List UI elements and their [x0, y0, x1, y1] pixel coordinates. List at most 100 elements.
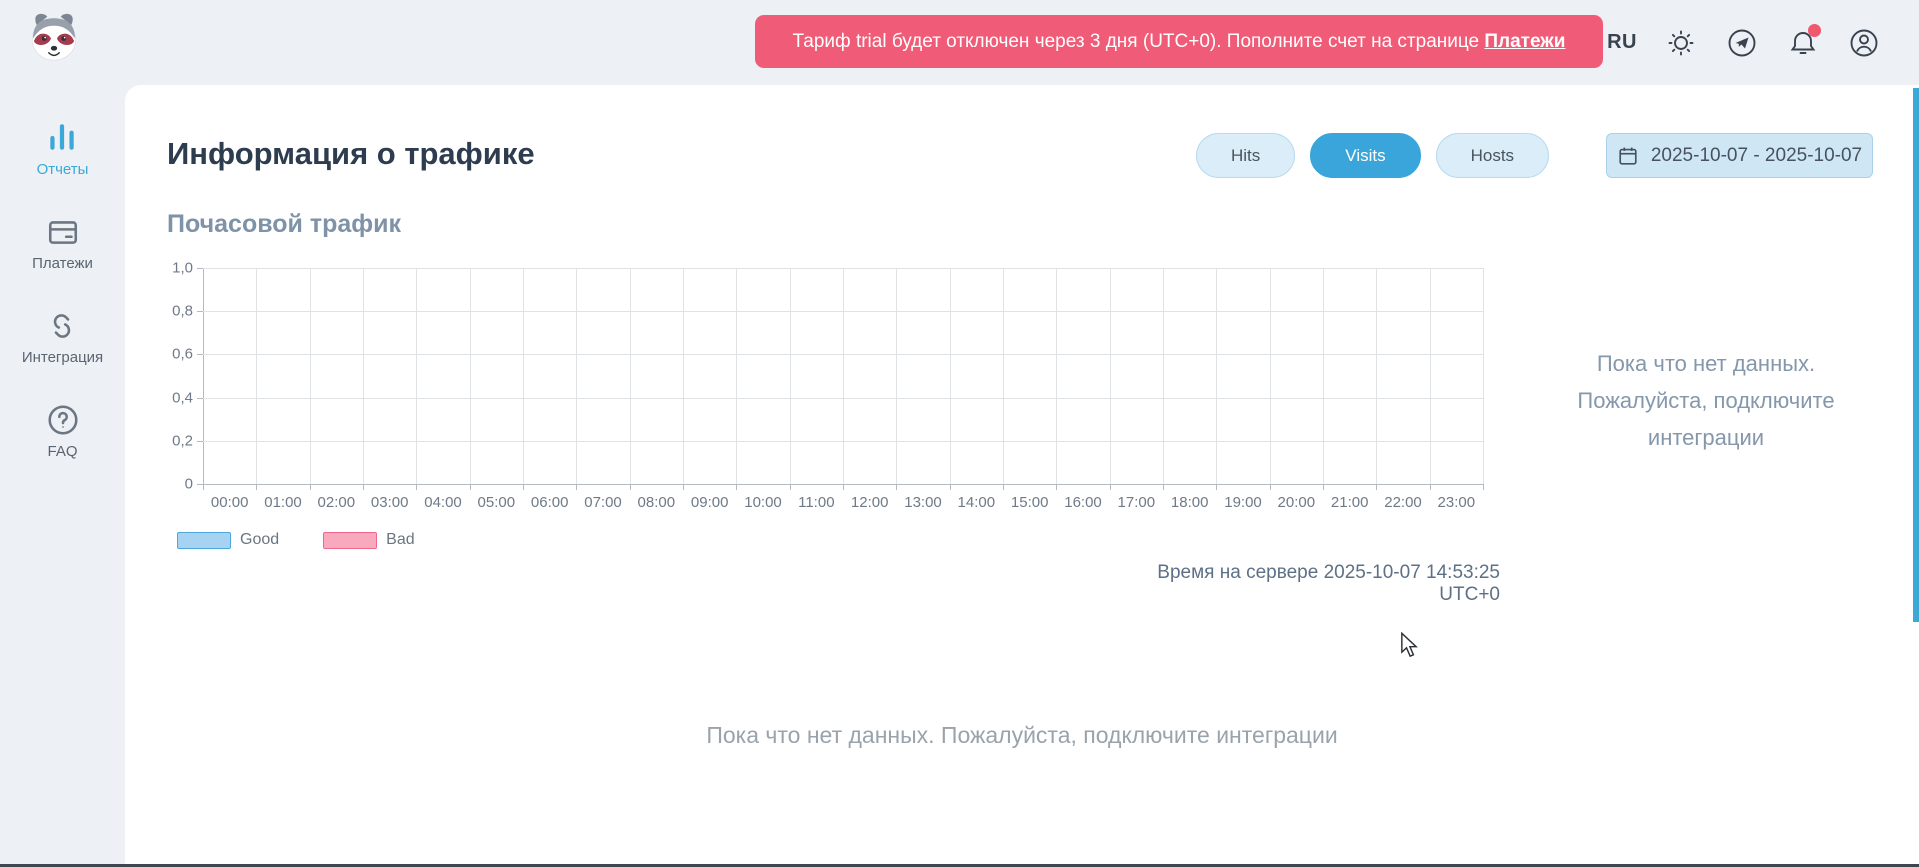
- legend-item-bad: Bad: [323, 531, 414, 549]
- x-axis-tick-label: 21:00: [1331, 494, 1369, 511]
- x-axis-tick-label: 16:00: [1064, 494, 1102, 511]
- language-switcher[interactable]: RU: [1607, 31, 1637, 54]
- date-range-value: 2025-10-07 - 2025-10-07: [1651, 145, 1862, 167]
- sidebar-item-faq[interactable]: FAQ: [46, 403, 80, 460]
- date-range-picker[interactable]: 2025-10-07 - 2025-10-07: [1606, 133, 1873, 178]
- x-axis-tick-label: 06:00: [531, 494, 569, 511]
- link-icon: [45, 309, 79, 343]
- vertical-grid-line: [736, 268, 737, 484]
- sidebar-nav: Отчеты Платежи Интеграция FAQ: [0, 85, 125, 867]
- server-time-text: Время на сервере 2025-10-07 14:53:25 UTC…: [1100, 562, 1500, 606]
- x-axis-tick-label: 19:00: [1224, 494, 1262, 511]
- vertical-grid-line: [523, 268, 524, 484]
- horizontal-grid-line: [203, 398, 1483, 399]
- sidebar-item-label: Отчеты: [37, 161, 89, 178]
- y-axis-tick-label: 0,6: [172, 346, 193, 363]
- vertical-grid-line: [1483, 268, 1484, 484]
- x-axis-tick-label: 04:00: [424, 494, 462, 511]
- x-axis-tick-label: 22:00: [1384, 494, 1422, 511]
- y-axis-tick-label: 0,4: [172, 389, 193, 406]
- theme-sun-icon[interactable]: [1664, 26, 1698, 60]
- x-axis-tick-label: 11:00: [798, 494, 834, 511]
- raccoon-logo-icon[interactable]: [24, 8, 84, 66]
- vertical-grid-line: [683, 268, 684, 484]
- x-axis-tick-label: 09:00: [691, 494, 729, 511]
- horizontal-grid-line: [203, 354, 1483, 355]
- vertical-grid-line: [630, 268, 631, 484]
- app-root: Тариф trial будет отключен через 3 дня (…: [0, 0, 1919, 867]
- telegram-icon[interactable]: [1725, 26, 1759, 60]
- y-axis-tick: [197, 311, 203, 312]
- vertical-grid-line: [1163, 268, 1164, 484]
- legend-label: Bad: [386, 531, 414, 549]
- vertical-grid-line: [576, 268, 577, 484]
- calendar-icon: [1617, 145, 1639, 167]
- x-axis-line: [203, 484, 1483, 485]
- vertical-grid-line: [416, 268, 417, 484]
- chart-legend: Good Bad: [177, 531, 445, 549]
- tab-hosts[interactable]: Hosts: [1436, 133, 1549, 178]
- bad-swatch-icon: [323, 532, 377, 549]
- legend-item-good: Good: [177, 531, 279, 549]
- y-axis-tick: [197, 398, 203, 399]
- notifications-bell-icon[interactable]: [1786, 26, 1820, 60]
- y-axis-tick: [197, 484, 203, 485]
- vertical-grid-line: [1323, 268, 1324, 484]
- x-axis-tick-label: 05:00: [478, 494, 516, 511]
- hourly-traffic-chart: 00:0001:0002:0003:0004:0005:0006:0007:00…: [203, 268, 1483, 484]
- vertical-grid-line: [790, 268, 791, 484]
- topbar-actions: RU: [1607, 0, 1881, 85]
- vertical-grid-line: [843, 268, 844, 484]
- x-axis-tick-label: 08:00: [638, 494, 676, 511]
- x-axis-tick-label: 14:00: [958, 494, 996, 511]
- banner-text: Тариф trial будет отключен через 3 дня (…: [793, 31, 1485, 53]
- sidebar-item-label: Интеграция: [22, 349, 103, 366]
- y-axis-line: [203, 268, 204, 484]
- section-title: Почасовой трафик: [167, 210, 401, 239]
- x-axis-tick-label: 07:00: [584, 494, 622, 511]
- question-icon: [46, 403, 80, 437]
- horizontal-grid-line: [203, 268, 1483, 269]
- vertical-grid-line: [896, 268, 897, 484]
- trial-warning-banner: Тариф trial будет отключен через 3 дня (…: [755, 15, 1603, 68]
- y-axis-tick-label: 1,0: [172, 260, 193, 277]
- horizontal-grid-line: [203, 311, 1483, 312]
- tab-hits[interactable]: Hits: [1196, 133, 1295, 178]
- y-axis-tick: [197, 354, 203, 355]
- sidebar-item-label: FAQ: [47, 443, 77, 460]
- x-axis-tick-label: 10:00: [744, 494, 782, 511]
- credit-card-icon: [46, 215, 80, 249]
- vertical-grid-line: [1430, 268, 1431, 484]
- horizontal-grid-line: [203, 441, 1483, 442]
- tab-visits[interactable]: Visits: [1310, 133, 1420, 178]
- vertical-grid-line: [1216, 268, 1217, 484]
- legend-label: Good: [240, 531, 279, 549]
- x-axis-tick: [1483, 484, 1484, 490]
- y-axis-tick-label: 0,8: [172, 303, 193, 320]
- sidebar-item-label: Платежи: [32, 255, 93, 272]
- x-axis-tick-label: 20:00: [1278, 494, 1316, 511]
- x-axis-tick-label: 02:00: [318, 494, 356, 511]
- metric-tabs: Hits Visits Hosts: [1196, 133, 1549, 178]
- vertical-scrollbar[interactable]: [1913, 88, 1919, 622]
- sidebar-item-integration[interactable]: Интеграция: [22, 309, 103, 366]
- y-axis-tick-label: 0,2: [172, 432, 193, 449]
- vertical-grid-line: [470, 268, 471, 484]
- x-axis-tick-label: 01:00: [264, 494, 302, 511]
- vertical-grid-line: [1270, 268, 1271, 484]
- vertical-grid-line: [1376, 268, 1377, 484]
- x-axis-tick-label: 13:00: [904, 494, 942, 511]
- banner-payments-link[interactable]: Платежи: [1484, 31, 1565, 53]
- x-axis-tick-label: 23:00: [1438, 494, 1476, 511]
- x-axis-tick-label: 00:00: [211, 494, 249, 511]
- y-axis-tick: [197, 441, 203, 442]
- x-axis-tick-label: 18:00: [1171, 494, 1209, 511]
- notification-badge: [1808, 24, 1821, 37]
- top-bar: Тариф trial будет отключен через 3 дня (…: [0, 0, 1919, 85]
- x-axis-tick-label: 03:00: [371, 494, 409, 511]
- bar-chart-icon: [45, 121, 79, 155]
- x-axis-tick-label: 12:00: [851, 494, 889, 511]
- sidebar-item-payments[interactable]: Платежи: [32, 215, 93, 272]
- profile-icon[interactable]: [1847, 26, 1881, 60]
- sidebar-item-reports[interactable]: Отчеты: [37, 121, 89, 178]
